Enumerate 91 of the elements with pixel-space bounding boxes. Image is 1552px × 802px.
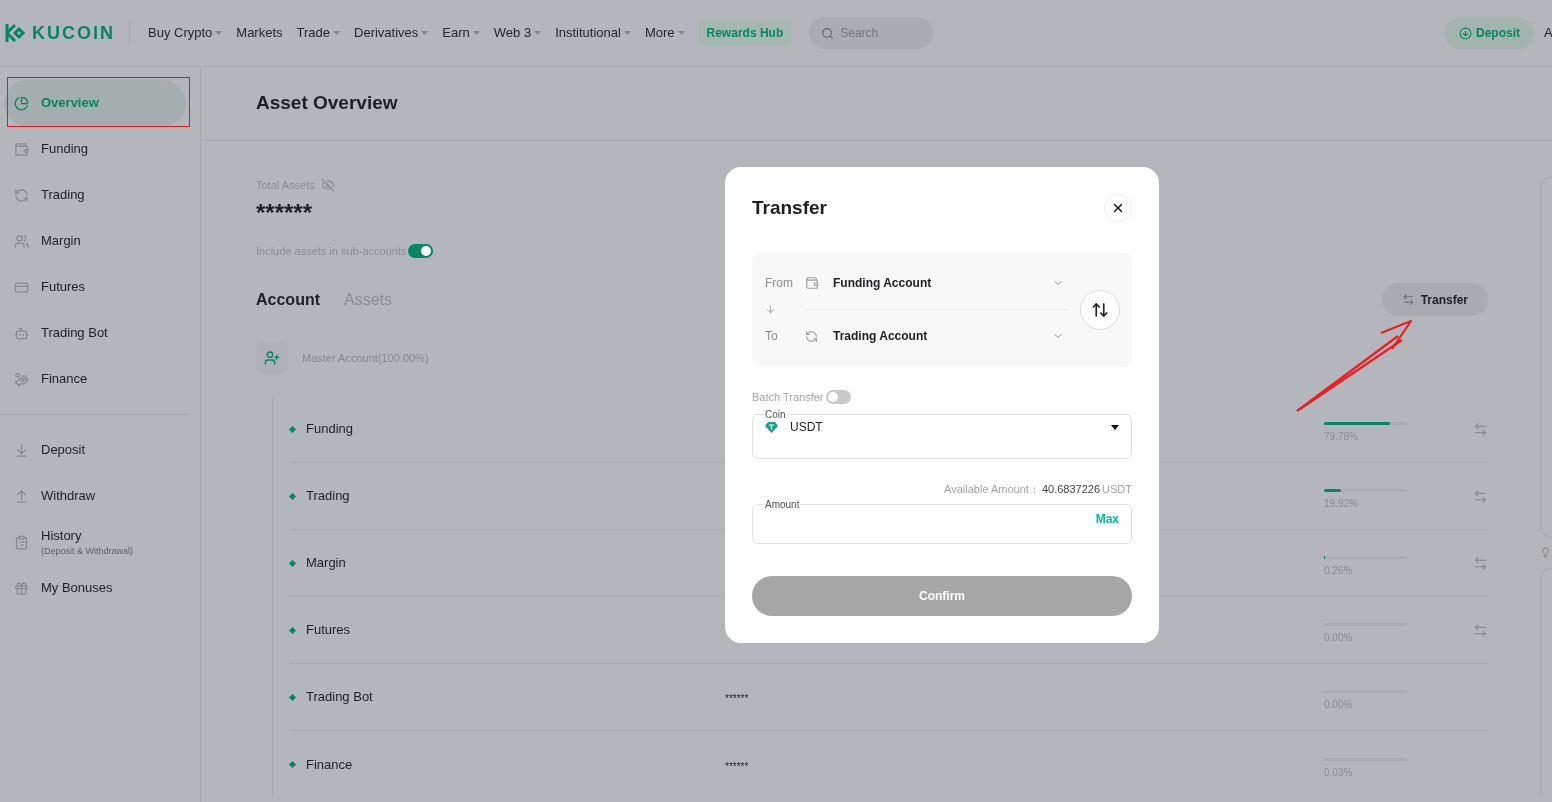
caret-icon bbox=[677, 31, 685, 35]
nav-link[interactable]: Derivatives bbox=[354, 23, 429, 43]
sidebar-link[interactable]: Deposit bbox=[4, 427, 186, 473]
transfer-icon[interactable] bbox=[1473, 488, 1488, 504]
caret-icon bbox=[534, 31, 542, 35]
caret-icon bbox=[623, 31, 631, 35]
transfer-icon[interactable] bbox=[1473, 622, 1488, 638]
nav-text[interactable]: A bbox=[1544, 23, 1552, 43]
from-account-select[interactable]: Funding Account bbox=[833, 274, 1070, 292]
transfer-icon[interactable] bbox=[1473, 555, 1488, 571]
sidebar-link[interactable]: My Bonuses bbox=[4, 565, 186, 611]
sidebar-item[interactable]: Funding bbox=[4, 126, 186, 172]
robot-icon bbox=[14, 325, 29, 341]
from-label: From bbox=[765, 275, 794, 292]
batch-transfer-toggle[interactable] bbox=[825, 389, 851, 404]
include-toggle[interactable] bbox=[408, 243, 434, 258]
search-icon bbox=[821, 27, 835, 40]
dialog-title: Transfer bbox=[752, 196, 827, 220]
clipboard-icon bbox=[14, 534, 29, 550]
transfer-button[interactable]: Transfer bbox=[1381, 283, 1488, 316]
page-title: Asset Overview bbox=[256, 91, 398, 116]
sidebar-item[interactable]: Trading Bot bbox=[4, 310, 186, 356]
nav-link[interactable]: Web 3 bbox=[493, 23, 542, 43]
to-label: To bbox=[765, 328, 779, 345]
caret-icon bbox=[333, 31, 341, 35]
download-icon bbox=[14, 442, 29, 458]
bullet-icon bbox=[288, 626, 297, 634]
wallet-icon bbox=[14, 141, 29, 157]
account-name: Finance bbox=[306, 755, 354, 774]
nav-link[interactable]: Earn bbox=[442, 23, 480, 43]
sidebar-link-label: Withdraw bbox=[41, 487, 96, 506]
bullet-icon bbox=[288, 760, 297, 769]
swap-button[interactable] bbox=[1080, 289, 1120, 330]
bullet-icon bbox=[288, 492, 297, 500]
sidebar-item[interactable]: Margin bbox=[4, 218, 186, 264]
swap-icon bbox=[1091, 300, 1109, 319]
bullet-icon bbox=[288, 559, 297, 567]
total-assets-value: ****** bbox=[256, 199, 313, 226]
users-icon bbox=[14, 233, 29, 249]
refresh-icon bbox=[805, 329, 818, 343]
sidebar-item[interactable]: Futures bbox=[4, 264, 186, 310]
sidebar-link-note: (Deposit & Withdrawal) bbox=[41, 545, 134, 558]
sidebar-link-label: History bbox=[41, 526, 83, 545]
dropdown-caret-icon bbox=[1111, 424, 1119, 430]
account-balance: ****** bbox=[725, 760, 749, 772]
card-icon bbox=[14, 279, 29, 295]
logo-icon bbox=[4, 22, 26, 44]
eye-off-icon[interactable] bbox=[320, 178, 335, 193]
account-balance: ****** bbox=[725, 693, 749, 704]
sidebar-item[interactable]: Trading bbox=[4, 172, 186, 218]
caret-icon bbox=[421, 31, 429, 35]
coin-select[interactable]: Coin USDT bbox=[752, 407, 1132, 459]
account-name: Trading bbox=[306, 487, 351, 506]
batch-transfer-label: Batch Transfer bbox=[752, 389, 824, 405]
bullet-icon bbox=[288, 425, 297, 433]
download-icon bbox=[1459, 26, 1472, 40]
upload-icon bbox=[14, 488, 29, 504]
nav-link[interactable]: Buy Crypto bbox=[148, 23, 223, 43]
coin-icon bbox=[765, 421, 778, 433]
lightbulb-icon bbox=[1540, 547, 1551, 558]
nav-link[interactable]: Markets bbox=[236, 23, 283, 43]
nav-link[interactable]: Institutional bbox=[555, 23, 631, 43]
section-tab[interactable]: Account bbox=[256, 287, 320, 312]
available-amount: 40.6837226 bbox=[1041, 482, 1101, 497]
transfer-icon[interactable] bbox=[1473, 421, 1488, 437]
nav-link[interactable]: More bbox=[644, 23, 685, 43]
nav-link[interactable]: Trade bbox=[296, 23, 341, 43]
caret-icon bbox=[472, 31, 480, 35]
gift-icon bbox=[14, 580, 29, 596]
sidebar-link-label: Deposit bbox=[41, 441, 86, 460]
account-name: Futures bbox=[306, 621, 352, 640]
account-avatar-icon bbox=[256, 342, 288, 374]
available-label: Available Amount： bbox=[944, 482, 1040, 497]
hand-coins-icon bbox=[14, 371, 29, 387]
arrow-down-icon bbox=[765, 304, 776, 315]
pie-chart-icon bbox=[14, 95, 29, 111]
sidebar-item[interactable]: Finance bbox=[4, 356, 186, 402]
to-account-select[interactable]: Trading Account bbox=[833, 327, 1070, 345]
account-name: Funding bbox=[306, 420, 354, 439]
transfer-icon bbox=[1401, 293, 1415, 306]
wallet-icon bbox=[805, 276, 819, 290]
sidebar-link[interactable]: Withdraw bbox=[4, 473, 186, 519]
sidebar-link[interactable]: History (Deposit & Withdrawal) bbox=[4, 519, 186, 565]
sidebar-link-label: My Bonuses bbox=[41, 579, 113, 598]
bullet-icon bbox=[288, 693, 297, 701]
refresh-icon bbox=[14, 187, 29, 203]
account-name: Trading Bot bbox=[306, 688, 374, 707]
account-name: Margin bbox=[306, 554, 347, 573]
coin-value: USDT bbox=[790, 419, 823, 436]
caret-icon bbox=[215, 31, 223, 35]
available-unit: USDT bbox=[1102, 482, 1132, 497]
